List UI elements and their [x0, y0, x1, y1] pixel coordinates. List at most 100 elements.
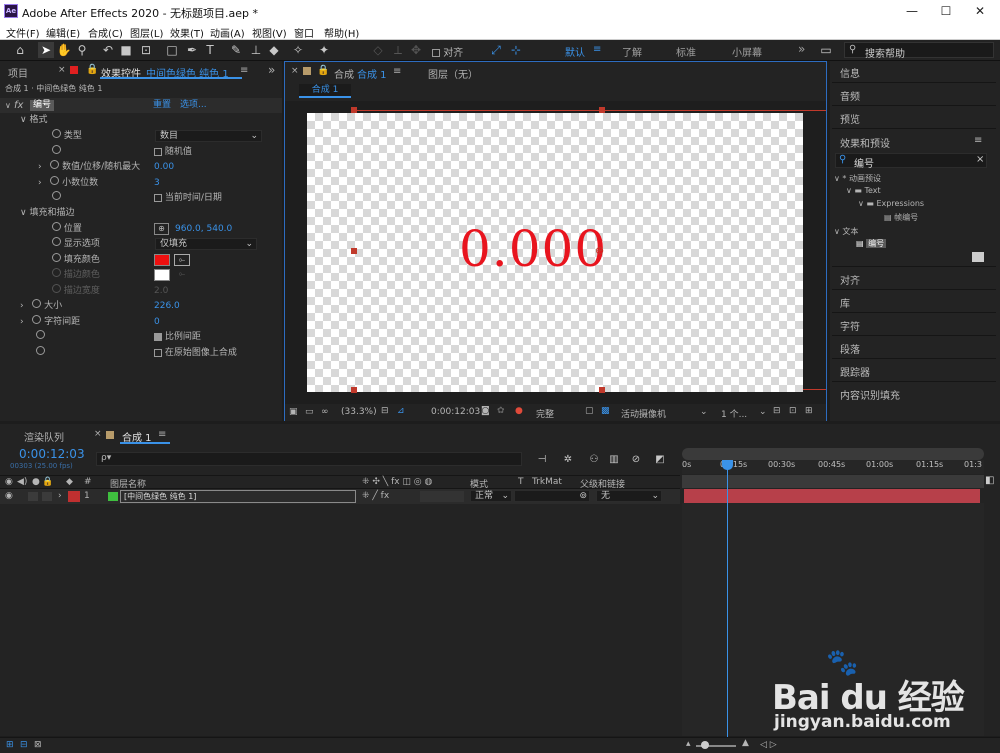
menu-composition[interactable]: 合成(C) [88, 25, 123, 40]
position-field[interactable]: 960.0, 540.0 [175, 222, 232, 237]
comp-mini-flowchart-icon[interactable]: ⊣ [534, 452, 550, 468]
audio-panel[interactable]: 音频 [840, 88, 860, 103]
panel-menu-icon[interactable]: ≡ [974, 135, 982, 146]
solo-icon[interactable]: ● [32, 477, 40, 487]
close-icon[interactable]: × [291, 66, 299, 76]
expand-arrow-icon[interactable]: › [20, 317, 24, 327]
mask-icon[interactable]: ∞ [321, 407, 329, 417]
close-icon[interactable]: × [58, 65, 66, 75]
reset-link[interactable]: 重置 [153, 98, 171, 113]
lock-icon[interactable]: 🔒 [42, 477, 53, 487]
eraser-tool-icon[interactable]: ◆ [266, 42, 282, 58]
graph-editor-icon[interactable]: ◩ [652, 452, 668, 468]
expand-arrow-icon[interactable]: › [38, 162, 42, 172]
panel-menu-icon[interactable]: ≡ [158, 429, 166, 440]
tab-project[interactable]: 项目 [8, 65, 28, 80]
mode-dropdown[interactable]: 正常 ⌄ [470, 490, 512, 502]
frame-render-icon[interactable]: ⊠ [34, 740, 42, 750]
menu-animation[interactable]: 动画(A) [210, 25, 245, 40]
switches-icons[interactable]: ⁜ ✣ ╲ fx ◫ ◎ ◍ [362, 477, 432, 487]
tracking-field[interactable]: 0 [154, 315, 160, 330]
monitor-icon[interactable]: ▭ [305, 407, 314, 417]
selection-tool-icon[interactable]: ➤ [38, 42, 54, 58]
layer-handle[interactable] [351, 107, 357, 113]
expand-arrow-icon[interactable]: › [20, 301, 24, 311]
stopwatch-icon[interactable] [52, 253, 61, 262]
stopwatch-icon[interactable] [52, 191, 61, 200]
panel-menu-icon[interactable]: ≡ [240, 65, 248, 76]
size-field[interactable]: 226.0 [154, 299, 180, 314]
tree-item-animation-presets[interactable]: ∨ * 动画预设 [834, 173, 881, 184]
stopwatch-icon[interactable] [50, 176, 60, 185]
draft-3d-icon[interactable]: ✲ [560, 452, 576, 468]
info-panel[interactable]: 信息 [840, 65, 860, 80]
camera-dropdown[interactable]: 活动摄像机 [621, 407, 666, 420]
comp-sub-tab[interactable]: 合成 1 [299, 84, 351, 98]
type-tool-icon[interactable]: T [202, 42, 218, 58]
effects-search-input[interactable]: ⚲ 编号 × [835, 153, 987, 170]
label-icon[interactable]: ◆ [66, 477, 73, 487]
tab-layer[interactable]: 图层（无） [428, 66, 478, 81]
camera-tool-icon[interactable]: ■ [118, 42, 134, 58]
playhead-handle[interactable] [721, 460, 733, 470]
stroke-color-swatch[interactable] [154, 269, 170, 281]
options-link[interactable]: 选项... [180, 98, 207, 113]
panel-more[interactable]: » [268, 63, 275, 77]
hand-tool-icon[interactable]: ✋ [56, 42, 72, 58]
timeline-timecode[interactable]: 0:00:12:03 [19, 447, 85, 461]
roto-brush-tool-icon[interactable]: ✧ [290, 42, 306, 58]
new-preset-icon[interactable] [972, 252, 984, 262]
layer-handle[interactable] [599, 387, 605, 393]
rotate-tool-icon[interactable]: ↶ [100, 42, 116, 58]
minimize-button[interactable]: — [898, 2, 926, 20]
menu-effect[interactable]: 效果(T) [170, 25, 204, 40]
layer-handle[interactable] [351, 248, 357, 254]
datetime-checkbox[interactable] [154, 193, 162, 202]
align-panel[interactable]: 对齐 [840, 272, 860, 287]
decimals-field[interactable]: 3 [154, 176, 160, 191]
proportional-checkbox[interactable] [154, 332, 162, 341]
value-field[interactable]: 0.00 [154, 160, 174, 175]
timeline-end-marker-icon[interactable]: ◧ [985, 475, 997, 503]
workspace-learn[interactable]: 了解 [622, 44, 642, 59]
anchor-icon[interactable]: ✥ [408, 42, 424, 58]
align-checkbox[interactable]: 对齐 [432, 44, 463, 59]
visibility-icon[interactable]: ◉ [5, 491, 13, 501]
workspace-standard[interactable]: 标准 [676, 44, 696, 59]
views-dropdown[interactable]: 1 个... [721, 407, 747, 420]
fx-badge[interactable]: fx [14, 98, 23, 113]
snap-edges-icon[interactable]: ⊹ [508, 42, 524, 58]
flowchart-icon[interactable]: ⊞ [805, 406, 813, 416]
snap-toggle-icon[interactable]: ⤢ [488, 42, 504, 58]
paragraph-panel[interactable]: 段落 [840, 341, 860, 356]
nav-icons[interactable]: ◁ ▷ [760, 740, 777, 750]
tree-item-numbers[interactable]: ▤ 编号 [856, 238, 887, 249]
camera-icon[interactable]: ◙ [481, 406, 490, 416]
layer-handle[interactable] [599, 107, 605, 113]
tracker-panel[interactable]: 跟踪器 [840, 364, 870, 379]
workspace-more[interactable]: » [798, 42, 805, 56]
stopwatch-icon[interactable] [36, 346, 45, 355]
layer-handle[interactable] [351, 387, 357, 393]
color-icon[interactable]: ✿ [497, 406, 505, 416]
help-search[interactable]: ⚲ 搜索帮助 [844, 42, 994, 60]
tab-render-queue[interactable]: 渲染队列 [24, 429, 64, 444]
shy-icon[interactable]: ⚇ [586, 452, 602, 468]
brush-tool-icon[interactable]: ✎ [228, 42, 244, 58]
grid-icon[interactable]: ▢ [585, 406, 594, 416]
tree-item-text[interactable]: ∨ ▬ Text [846, 186, 881, 195]
random-checkbox[interactable] [154, 147, 162, 156]
expand-arrow-icon[interactable]: › [38, 178, 42, 188]
zoom-out-icon[interactable]: ▴ [686, 739, 691, 749]
crosshair-icon[interactable]: ⊕ [154, 223, 169, 235]
anchor-point-icon[interactable]: ⊕ [595, 244, 604, 257]
content-aware-fill-panel[interactable]: 内容识别填充 [840, 387, 900, 402]
menu-file[interactable]: 文件(F) [6, 25, 40, 40]
menu-edit[interactable]: 编辑(E) [46, 25, 80, 40]
workspace-small-screen[interactable]: 小屏幕 [732, 44, 762, 59]
work-area-bar[interactable] [682, 448, 984, 460]
channel-icon[interactable]: ● [515, 406, 523, 416]
close-button[interactable]: ✕ [966, 2, 994, 20]
workspace-default[interactable]: 默认 [565, 44, 585, 59]
resolution-icon[interactable]: ⊟ [381, 406, 389, 416]
